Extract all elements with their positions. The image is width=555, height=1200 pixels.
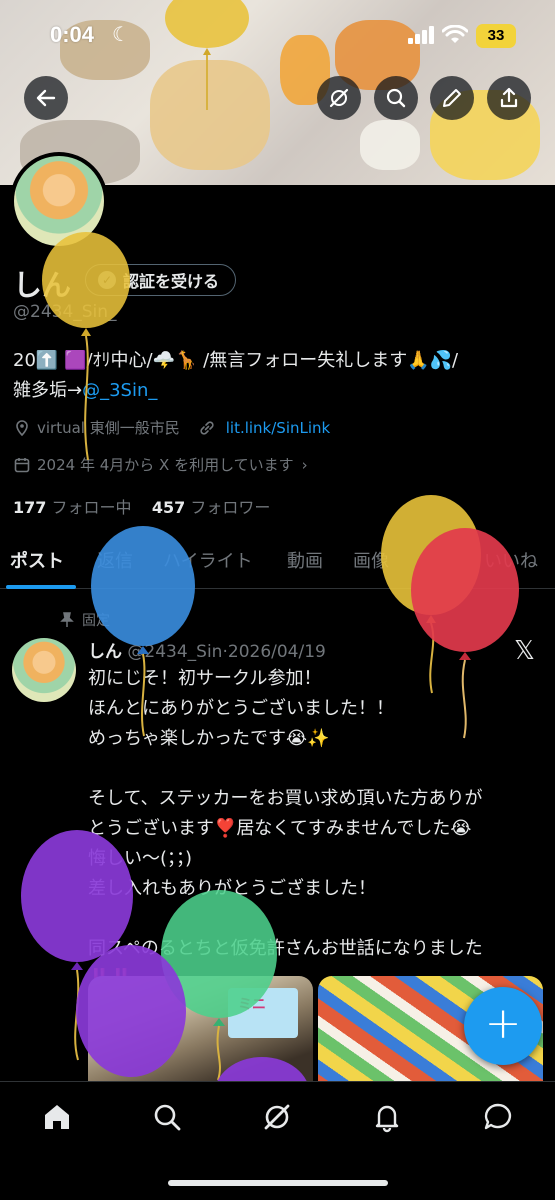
profile-website-link[interactable]: lit.link/SinLink (226, 419, 330, 437)
nav-grok[interactable] (260, 1100, 294, 1134)
balloon-blue (90, 526, 196, 742)
followers-label: フォロワー (190, 498, 271, 517)
post-line: とうございます❣️居なくてすみませんでした😭 (88, 818, 472, 839)
wifi-icon (442, 25, 468, 43)
post-line (88, 754, 538, 784)
nav-search[interactable] (150, 1100, 184, 1134)
followers-link[interactable]: 457 フォロワー (152, 498, 271, 517)
nav-home[interactable] (40, 1100, 74, 1134)
calendar-icon (14, 457, 30, 472)
edit-button[interactable] (430, 76, 474, 120)
search-button[interactable] (374, 76, 418, 120)
battery-indicator: 33 (476, 24, 516, 48)
back-arrow-icon (36, 89, 56, 107)
location-pin-icon (16, 419, 28, 436)
post-author-avatar[interactable] (12, 638, 76, 702)
status-bar: 0:04 ☾ 33 (0, 0, 555, 70)
compose-post-button[interactable]: + (464, 987, 542, 1065)
grok-icon (264, 1104, 290, 1130)
balloon-yellow (40, 232, 132, 466)
followers-count: 457 (151, 498, 186, 517)
post-line: 差し入れもありがとうござました！ (88, 878, 376, 899)
follow-stats: 177 フォロー中 457 フォロワー (13, 494, 270, 518)
post-date: 2026/04/19 (227, 642, 326, 662)
balloon-red (410, 528, 520, 744)
chevron-right-icon[interactable]: › (302, 456, 308, 474)
home-indicator[interactable] (168, 1180, 388, 1186)
back-button[interactable] (24, 76, 68, 120)
tab-videos[interactable]: 動画 (287, 547, 323, 573)
balloon-yellow (163, 0, 251, 114)
post-line: 悔しい〜(；；) (88, 848, 193, 869)
tab-posts[interactable]: ポスト (10, 547, 64, 573)
following-link[interactable]: 177 フォロー中 (13, 498, 132, 517)
pin-icon (60, 612, 74, 627)
grok-icon (329, 88, 349, 108)
post-line (88, 904, 538, 934)
share-button[interactable] (487, 76, 531, 120)
plus-icon: + (484, 998, 522, 1049)
clock: 0:04 (50, 22, 95, 47)
search-icon (154, 1104, 181, 1131)
nav-notifications[interactable] (370, 1100, 404, 1134)
bell-icon (375, 1105, 399, 1133)
balloon-purple (75, 945, 187, 1089)
following-label: フォロー中 (51, 498, 132, 517)
nav-messages[interactable] (481, 1100, 515, 1134)
chat-bubble-icon (484, 1103, 512, 1130)
grok-button[interactable] (317, 76, 361, 120)
search-icon (386, 88, 406, 108)
pencil-icon (443, 89, 461, 107)
following-count: 177 (13, 498, 47, 517)
active-tab-indicator (6, 585, 76, 589)
focus-moon-icon: ☾ (112, 22, 130, 46)
get-verified-label: 認証を受ける (123, 272, 220, 291)
post-line: そして、ステッカーをお買い求め頂いた方ありが (88, 788, 483, 809)
link-icon (200, 420, 214, 435)
cellular-signal-icon (408, 26, 434, 44)
home-icon (45, 1105, 69, 1129)
share-icon (500, 87, 518, 108)
